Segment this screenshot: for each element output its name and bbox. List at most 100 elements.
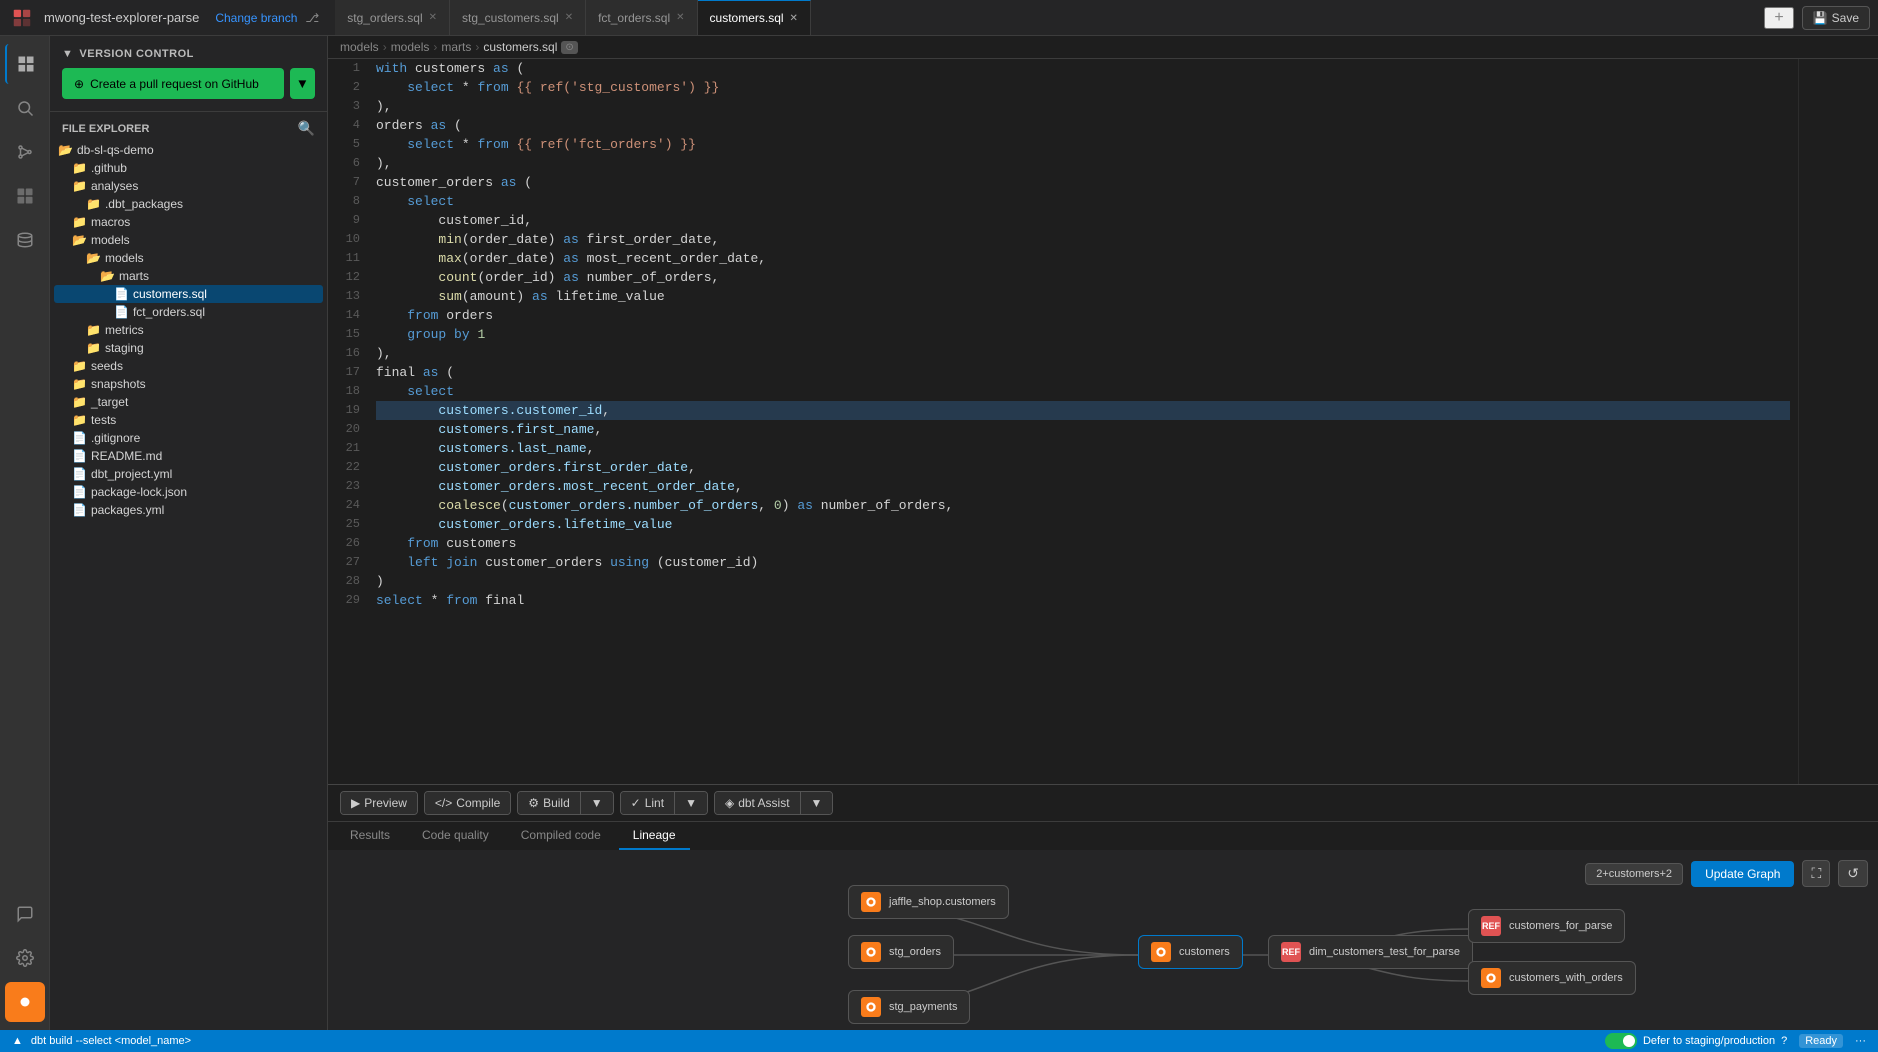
line-number: 21 bbox=[336, 439, 360, 458]
tree-item-dbt_packages[interactable]: 📁.dbt_packages bbox=[54, 195, 323, 213]
build-button[interactable]: ⚙ Build bbox=[518, 792, 579, 814]
expand-icon[interactable]: ▲ bbox=[12, 1035, 23, 1047]
tree-item-tests[interactable]: 📁tests bbox=[54, 411, 323, 429]
tab-customers[interactable]: customers.sql✕ bbox=[698, 0, 811, 35]
folder-icon: 📁 bbox=[72, 395, 87, 409]
vc-title: ▼ Version control bbox=[62, 48, 315, 60]
node-label: stg_orders bbox=[889, 946, 941, 958]
code-line: customers.first_name, bbox=[376, 420, 1790, 439]
tree-item-seeds[interactable]: 📁seeds bbox=[54, 357, 323, 375]
tree-item-models[interactable]: 📂models bbox=[54, 231, 323, 249]
lineage-node-stg_orders[interactable]: stg_orders bbox=[848, 935, 954, 969]
folder-icon: 📂 bbox=[72, 233, 87, 247]
lineage-node-customers[interactable]: customers bbox=[1138, 935, 1243, 969]
tree-item-marts[interactable]: 📂marts bbox=[54, 267, 323, 285]
bottom-tab-compiled_code[interactable]: Compiled code bbox=[507, 822, 615, 850]
tab-stg_customers[interactable]: stg_customers.sql✕ bbox=[450, 0, 586, 35]
tab-close-icon[interactable]: ✕ bbox=[790, 13, 798, 24]
toggle-switch-control[interactable] bbox=[1605, 1033, 1637, 1049]
sidebar-icon-explorer[interactable] bbox=[5, 44, 45, 84]
tree-label: tests bbox=[91, 413, 116, 427]
chevron-down-icon: ▼ bbox=[62, 48, 73, 60]
tree-label: .dbt_packages bbox=[105, 197, 183, 211]
code-editor[interactable]: 1234567891011121314151617181920212223242… bbox=[328, 59, 1878, 784]
tree-item-metrics[interactable]: 📁metrics bbox=[54, 321, 323, 339]
tree-item-staging[interactable]: 📁staging bbox=[54, 339, 323, 357]
dbt-assist-dropdown-button[interactable]: ▼ bbox=[801, 792, 833, 814]
lint-button[interactable]: ✓ Lint bbox=[621, 792, 674, 814]
preview-button[interactable]: ▶ Preview bbox=[341, 792, 417, 814]
tree-item-customers_sql[interactable]: 📄customers.sql bbox=[54, 285, 323, 303]
bottom-tab-lineage[interactable]: Lineage bbox=[619, 822, 690, 850]
lineage-node-stg_payments[interactable]: stg_payments bbox=[848, 990, 970, 1024]
add-tab-button[interactable]: + bbox=[1764, 7, 1793, 29]
tree-item-packages[interactable]: 📄packages.yml bbox=[54, 501, 323, 519]
sidebar-icon-blocks[interactable] bbox=[5, 176, 45, 216]
update-graph-button[interactable]: Update Graph bbox=[1691, 861, 1794, 887]
dbt-assist-button[interactable]: ◈ dbt Assist bbox=[715, 792, 800, 814]
defer-toggle[interactable]: Defer to staging/production ? bbox=[1605, 1033, 1787, 1049]
tab-close-icon[interactable]: ✕ bbox=[565, 12, 573, 23]
code-line: final as ( bbox=[376, 363, 1790, 382]
lineage-node-customers_with_orders[interactable]: customers_with_orders bbox=[1468, 961, 1636, 995]
sidebar-icon-settings[interactable] bbox=[5, 938, 45, 978]
breadcrumb-settings-icon[interactable]: ⊙ bbox=[561, 41, 577, 54]
lineage-controls: 2+customers+2 Update Graph ⛶ ↺ bbox=[1585, 860, 1868, 887]
sidebar-icon-search[interactable] bbox=[5, 88, 45, 128]
lineage-fullscreen-button[interactable]: ⛶ bbox=[1802, 860, 1830, 887]
sidebar-icon-database[interactable] bbox=[5, 220, 45, 260]
tree-item-readme[interactable]: 📄README.md bbox=[54, 447, 323, 465]
node-count-badge: 2+customers+2 bbox=[1585, 863, 1683, 885]
sidebar-icon-chat[interactable] bbox=[5, 894, 45, 934]
tree-item-snapshots[interactable]: 📁snapshots bbox=[54, 375, 323, 393]
compile-button[interactable]: </> Compile bbox=[425, 792, 510, 814]
tree-item-github[interactable]: 📁.github bbox=[54, 159, 323, 177]
tree-item-analyses[interactable]: 📁analyses bbox=[54, 177, 323, 195]
top-bar: mwong-test-explorer-parse Change branch … bbox=[0, 0, 1878, 36]
tree-item-fct_orders_sql[interactable]: 📄fct_orders.sql bbox=[54, 303, 323, 321]
line-number: 17 bbox=[336, 363, 360, 382]
tree-item-dbt_project[interactable]: 📄dbt_project.yml bbox=[54, 465, 323, 483]
create-pr-button[interactable]: ⊕ Create a pull request on GitHub bbox=[62, 68, 284, 99]
node-label: dim_customers_test_for_parse bbox=[1309, 946, 1460, 958]
bottom-tab-code_quality[interactable]: Code quality bbox=[408, 822, 503, 850]
tree-item-models2[interactable]: 📂models bbox=[54, 249, 323, 267]
code-content[interactable]: with customers as ( select * from {{ ref… bbox=[368, 59, 1798, 784]
build-dropdown-button[interactable]: ▼ bbox=[581, 792, 613, 814]
node-icon bbox=[861, 997, 881, 1017]
version-control-section: ▼ Version control ⊕ Create a pull reques… bbox=[50, 36, 327, 112]
file-icon: 📄 bbox=[72, 503, 87, 517]
tree-label: README.md bbox=[91, 449, 162, 463]
file-explorer-header: File explorer 🔍 bbox=[50, 112, 327, 141]
tree-item-root[interactable]: 📂db-sl-qs-demo bbox=[54, 141, 323, 159]
tab-close-icon[interactable]: ✕ bbox=[676, 12, 684, 23]
tab-close-icon[interactable]: ✕ bbox=[429, 12, 437, 23]
lint-dropdown-button[interactable]: ▼ bbox=[675, 792, 707, 814]
more-options-icon[interactable]: ··· bbox=[1855, 1035, 1866, 1047]
sidebar-icon-git[interactable] bbox=[5, 132, 45, 172]
tab-stg_orders[interactable]: stg_orders.sql✕ bbox=[335, 0, 450, 35]
tree-label: customers.sql bbox=[133, 287, 207, 301]
pr-dropdown-button[interactable]: ▼ bbox=[290, 68, 315, 99]
tree-item-package_lock[interactable]: 📄package-lock.json bbox=[54, 483, 323, 501]
change-branch-button[interactable]: Change branch bbox=[215, 11, 297, 25]
sidebar-icon-dbt[interactable] bbox=[5, 982, 45, 1022]
defer-help-icon[interactable]: ? bbox=[1781, 1035, 1787, 1047]
code-line: ), bbox=[376, 344, 1790, 363]
file-search-icon[interactable]: 🔍 bbox=[298, 120, 315, 137]
ready-badge: Ready bbox=[1799, 1034, 1843, 1048]
breadcrumb-models: models bbox=[340, 40, 379, 54]
tree-item-target[interactable]: 📁_target bbox=[54, 393, 323, 411]
tree-item-macros[interactable]: 📁macros bbox=[54, 213, 323, 231]
save-button[interactable]: 💾 Save bbox=[1802, 6, 1870, 30]
tree-item-gitignore[interactable]: 📄.gitignore bbox=[54, 429, 323, 447]
breadcrumb: models › models › marts › customers.sql … bbox=[328, 36, 1878, 59]
lineage-node-dim_customers_test[interactable]: REFdim_customers_test_for_parse bbox=[1268, 935, 1473, 969]
lineage-node-customers_for_parse[interactable]: REFcustomers_for_parse bbox=[1468, 909, 1625, 943]
tab-fct_orders[interactable]: fct_orders.sql✕ bbox=[586, 0, 697, 35]
lineage-refresh-button[interactable]: ↺ bbox=[1838, 860, 1868, 887]
lineage-node-jaffle_shop[interactable]: jaffle_shop.customers bbox=[848, 885, 1009, 919]
tree-label: .github bbox=[91, 161, 127, 175]
code-line: customer_orders as ( bbox=[376, 173, 1790, 192]
bottom-tab-results[interactable]: Results bbox=[336, 822, 404, 850]
